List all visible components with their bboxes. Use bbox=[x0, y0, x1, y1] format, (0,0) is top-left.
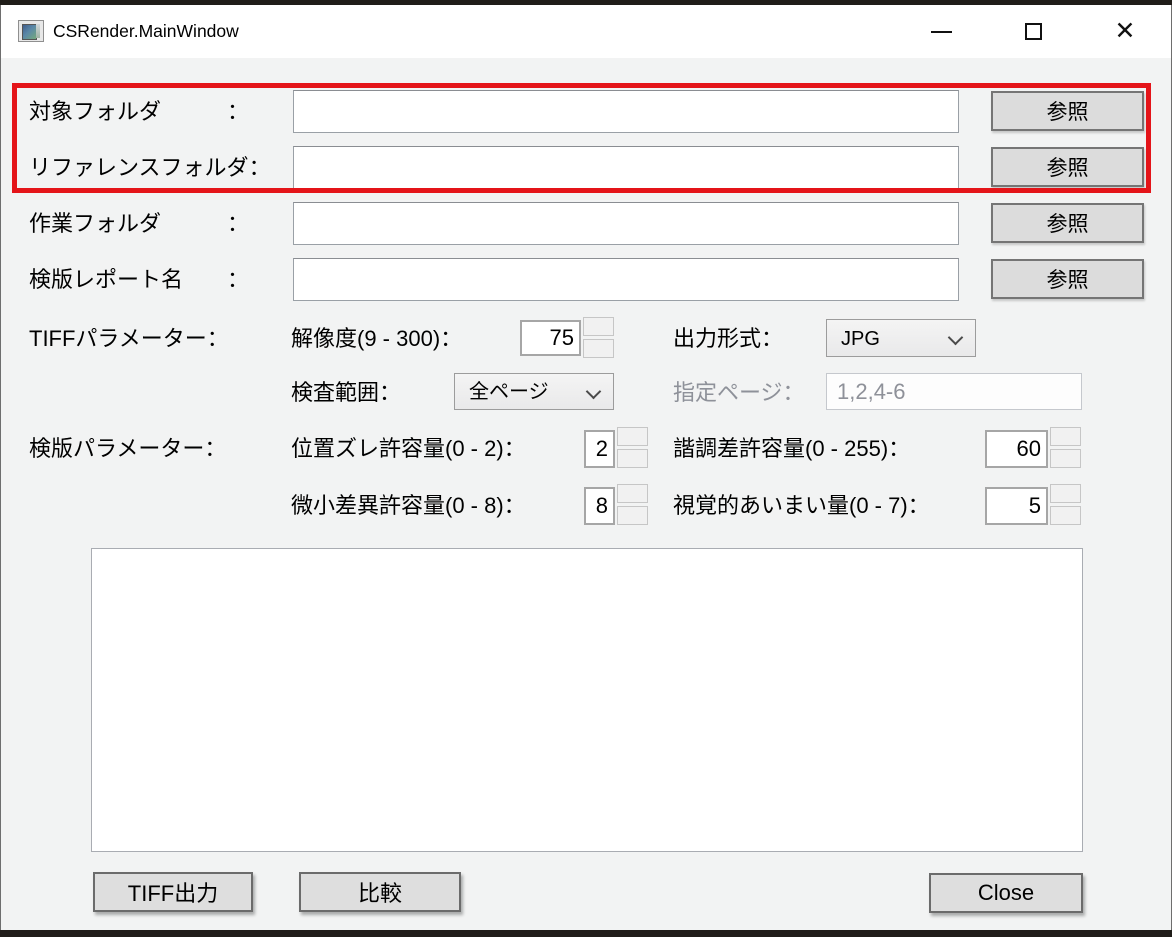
output-format-value: JPG bbox=[841, 320, 880, 358]
compare-button[interactable]: 比較 bbox=[299, 872, 461, 912]
maximize-icon bbox=[1025, 23, 1042, 40]
page-spec-input bbox=[826, 373, 1082, 410]
close-button[interactable]: Close bbox=[929, 873, 1083, 913]
tone-diff-spin-up-button[interactable] bbox=[1050, 427, 1081, 446]
tone-diff-input[interactable] bbox=[985, 430, 1048, 468]
resolution-input[interactable] bbox=[520, 320, 581, 356]
report-name-label: 検版レポート名 ： bbox=[29, 258, 249, 301]
close-icon: ✕ bbox=[1115, 19, 1136, 44]
tone-diff-label: 諧調差許容量(0 - 255)： bbox=[673, 430, 910, 468]
close-window-button[interactable]: ✕ bbox=[1094, 5, 1156, 58]
output-format-select[interactable]: JPG bbox=[826, 319, 976, 357]
colon: ： bbox=[249, 146, 271, 189]
window-title: CSRender.MainWindow bbox=[53, 5, 239, 58]
minor-diff-input[interactable] bbox=[584, 487, 615, 525]
log-output-area[interactable] bbox=[91, 548, 1083, 852]
report-name-browse-button[interactable]: 参照 bbox=[991, 259, 1144, 299]
position-shift-spin-up-button[interactable] bbox=[617, 427, 648, 446]
visual-ambiguity-spin-up-button[interactable] bbox=[1050, 484, 1081, 503]
visual-ambiguity-spin-down-button[interactable] bbox=[1050, 506, 1081, 525]
titlebar: CSRender.MainWindow ✕ bbox=[1, 5, 1171, 58]
scan-range-value: 全ページ bbox=[469, 374, 549, 411]
maximize-button[interactable] bbox=[1002, 5, 1064, 58]
resolution-label: 解像度(9 - 300)： bbox=[291, 320, 462, 358]
tiff-output-button[interactable]: TIFF出力 bbox=[93, 872, 253, 912]
tone-diff-spin-down-button[interactable] bbox=[1050, 449, 1081, 468]
minimize-icon bbox=[931, 31, 952, 33]
report-name-input[interactable] bbox=[293, 258, 959, 301]
target-folder-browse-button[interactable]: 参照 bbox=[991, 91, 1144, 131]
colon: ： bbox=[227, 90, 249, 133]
chevron-down-icon bbox=[948, 330, 964, 346]
chevron-down-icon bbox=[586, 384, 602, 400]
minor-diff-spin-down-button[interactable] bbox=[617, 506, 648, 525]
target-folder-input[interactable] bbox=[293, 90, 959, 133]
output-format-label: 出力形式： bbox=[673, 320, 783, 358]
work-folder-input[interactable] bbox=[293, 202, 959, 245]
inspection-params-section-label: 検版パラメーター ： bbox=[29, 430, 201, 468]
app-icon-pane bbox=[22, 24, 37, 40]
resolution-spin-up-button[interactable] bbox=[583, 317, 614, 336]
work-folder-label: 作業フォルダ ： bbox=[29, 202, 249, 245]
reference-folder-input[interactable] bbox=[293, 146, 959, 189]
page-spec-label: 指定ページ： bbox=[673, 374, 805, 411]
visual-ambiguity-label: 視覚的あいまい量(0 - 7)： bbox=[673, 487, 930, 525]
main-window: CSRender.MainWindow ✕ 対象フォルダ ： 参照 リファレンス… bbox=[0, 5, 1172, 930]
reference-folder-label: リファレンスフォルダ ： bbox=[29, 146, 249, 189]
minor-diff-spin-up-button[interactable] bbox=[617, 484, 648, 503]
position-shift-input[interactable] bbox=[584, 430, 615, 468]
minimize-button[interactable] bbox=[910, 5, 972, 58]
app-icon bbox=[18, 20, 44, 42]
work-folder-browse-button[interactable]: 参照 bbox=[991, 203, 1144, 243]
colon: ： bbox=[204, 430, 226, 468]
scan-range-select[interactable]: 全ページ bbox=[454, 373, 614, 410]
target-folder-label: 対象フォルダ ： bbox=[29, 90, 249, 133]
resolution-spin-down-button[interactable] bbox=[583, 339, 614, 358]
reference-folder-browse-button[interactable]: 参照 bbox=[991, 147, 1144, 187]
colon: ： bbox=[227, 258, 249, 301]
screen-edge-bottom bbox=[0, 930, 1172, 937]
scan-range-label: 検査範囲： bbox=[291, 374, 401, 411]
position-shift-label: 位置ズレ許容量(0 - 2)： bbox=[291, 430, 526, 468]
visual-ambiguity-input[interactable] bbox=[985, 487, 1048, 525]
app-icon-side bbox=[36, 24, 40, 38]
colon: ： bbox=[207, 320, 229, 358]
minor-diff-label: 微小差異許容量(0 - 8)： bbox=[291, 487, 526, 525]
tiff-params-section-label: TIFFパラメーター ： bbox=[29, 320, 201, 358]
position-shift-spin-down-button[interactable] bbox=[617, 449, 648, 468]
colon: ： bbox=[227, 202, 249, 245]
